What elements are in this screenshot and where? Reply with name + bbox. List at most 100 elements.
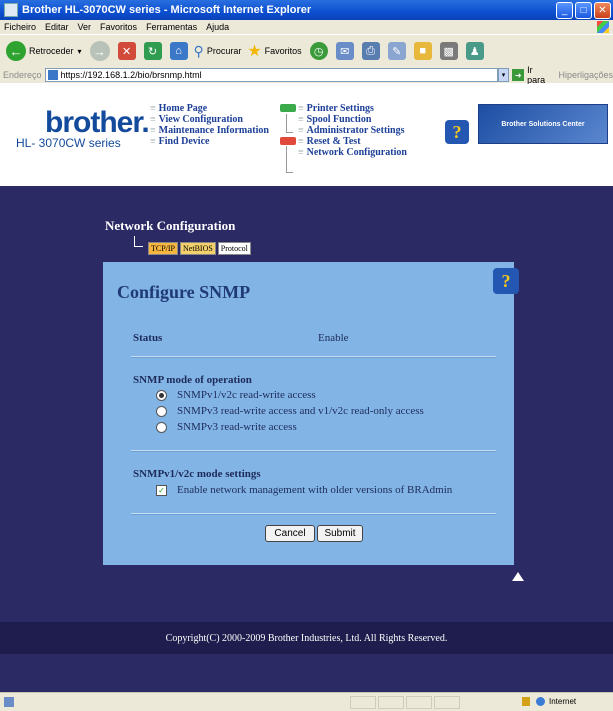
bullet-icon: ≡ [298,147,304,158]
bullet-icon: ≡ [150,114,156,125]
protocol-tabs: TCP/IP NetBIOS Protocol [148,242,251,255]
go-button[interactable]: Ir para [527,65,552,85]
back-dropdown-icon[interactable]: ▾ [78,47,82,56]
messenger-icon[interactable]: ♟ [465,42,484,60]
minimize-button[interactable]: _ [556,2,573,19]
nav-home-page[interactable]: ≡ Home Page [150,103,269,114]
scroll-to-top-icon[interactable] [512,572,524,581]
menu-file[interactable]: Ficheiro [4,22,36,32]
page-status-icon [4,697,14,707]
mode-radio-v1v2c[interactable] [156,390,167,401]
search-label: Procurar [206,46,242,56]
nav-label: Network Configuration [306,147,407,158]
printer-settings-arrow-icon [280,104,296,112]
nav-maintenance-information[interactable]: ≡ Maintenance Information [150,125,269,136]
menu-tools[interactable]: Ferramentas [146,22,197,32]
status-bar: Internet [0,692,613,711]
research-icon[interactable]: ▩ [439,42,458,60]
ie-page-icon [4,3,18,17]
menu-favorites[interactable]: Favoritos [100,22,137,32]
internet-zone-icon [536,697,545,706]
divider [131,513,496,515]
configure-snmp-panel: Configure SNMP ? Status Enable SNMP mode… [103,262,519,565]
address-input[interactable]: https://192.168.1.2/bio/brsnmp.html [44,68,498,82]
nav-reset-test[interactable]: ≡ Reset & Test [298,136,407,147]
close-button[interactable]: ✕ [594,2,611,19]
windows-logo-icon [597,21,609,33]
model-name: HL- 3070CW series [16,136,121,150]
solutions-center-label: Brother Solutions Center [501,120,585,128]
bullet-icon: ≡ [150,125,156,136]
mode-radio-v3-v1v2c-ro[interactable] [156,406,167,417]
nav-label: Reset & Test [306,136,361,147]
links-label[interactable]: Hiperligações [558,70,613,80]
tab-netbios[interactable]: NetBIOS [180,242,216,255]
page-icon [47,70,58,80]
menu-view[interactable]: Ver [78,22,92,32]
mail-icon[interactable]: ✉ [335,42,354,60]
back-arrow-icon: ← [6,41,26,61]
nav-label: View Configuration [158,114,243,125]
nav-network-configuration[interactable]: ≡ Network Configuration [298,147,407,158]
toolbar: ← Retroceder ▾ → ✕ ↻ ⌂ ⚲ Procurar ★ Favo… [0,34,613,68]
nav-spool-function[interactable]: ≡ Spool Function [298,114,407,125]
nav-label: Printer Settings [306,103,374,114]
panel-help-icon[interactable]: ? [493,268,519,294]
refresh-icon[interactable]: ↻ [143,42,162,60]
nav-label: Maintenance Information [158,125,269,136]
tab-tcpip[interactable]: TCP/IP [148,242,179,255]
status-cell [350,696,376,709]
print-icon[interactable]: ⎙ [361,42,380,60]
address-label: Endereço [3,70,42,80]
search-icon: ⚲ [193,42,204,59]
back-button[interactable]: ← Retroceder ▾ [6,41,82,61]
edit-icon[interactable]: ✎ [387,42,406,60]
nav-tree-line [286,146,293,173]
bullet-icon: ≡ [298,103,304,114]
tab-protocol[interactable]: Protocol [217,242,251,255]
star-icon: ★ [247,43,262,60]
menu-edit[interactable]: Editar [45,22,69,32]
help-icon[interactable]: ? [445,120,469,144]
cancel-button[interactable]: Cancel [265,525,315,542]
nav-label: Home Page [158,103,208,114]
bullet-icon: ≡ [298,136,304,147]
nav-find-device[interactable]: ≡ Find Device [150,136,269,147]
mode-label-v3-v1v2c-ro: SNMPv3 read-write access and v1/v2c read… [177,405,424,417]
go-arrow-icon[interactable]: ➜ [512,69,525,81]
address-url: https://192.168.1.2/bio/brsnmp.html [60,70,202,80]
nav-left: ≡ Home Page ≡ View Configuration ≡ Maintena… [150,103,269,147]
folder-icon[interactable]: ■ [413,42,432,60]
brother-logo: brother. [45,106,150,139]
menu-help[interactable]: Ajuda [206,22,229,32]
bullet-icon: ≡ [150,103,156,114]
history-icon[interactable]: ◷ [309,42,328,60]
bradmin-checkbox[interactable]: ✓ [156,485,167,496]
section-title: Network Configuration [105,218,236,233]
divider [131,356,496,358]
favorites-button[interactable]: ★ Favoritos [247,41,301,61]
nav-right: ≡ Printer Settings ≡ Spool Function ≡ Admin… [298,103,407,158]
window-title: Brother HL-3070CW series - Microsoft Int… [22,4,312,16]
submit-button[interactable]: Submit [317,525,363,542]
window-title-bar: Brother HL-3070CW series - Microsoft Int… [0,0,613,20]
home-icon[interactable]: ⌂ [169,42,188,60]
search-button[interactable]: ⚲ Procurar [194,43,242,60]
mode-radio-v3[interactable] [156,422,167,433]
maximize-button[interactable]: □ [575,2,592,19]
status-cell [406,696,432,709]
lock-icon[interactable] [522,697,530,706]
copyright-footer: Copyright(C) 2000-2009 Brother Industrie… [165,632,448,644]
nav-printer-settings[interactable]: ≡ Printer Settings [298,103,407,114]
nav-view-configuration[interactable]: ≡ View Configuration [150,114,269,125]
address-dropdown-icon[interactable]: ▾ [497,68,510,82]
v1v2c-settings-heading: SNMPv1/v2c mode settings [133,468,261,480]
solutions-center-banner[interactable]: Brother Solutions Center [478,104,608,144]
forward-arrow-icon[interactable]: → [89,41,110,61]
section-tree-line [134,236,143,247]
admin-settings-arrow-icon [280,137,296,145]
nav-administrator-settings[interactable]: ≡ Administrator Settings [298,125,407,136]
nav-tree-line [286,114,293,133]
nav-label: Administrator Settings [306,125,405,136]
stop-icon[interactable]: ✕ [117,42,136,60]
